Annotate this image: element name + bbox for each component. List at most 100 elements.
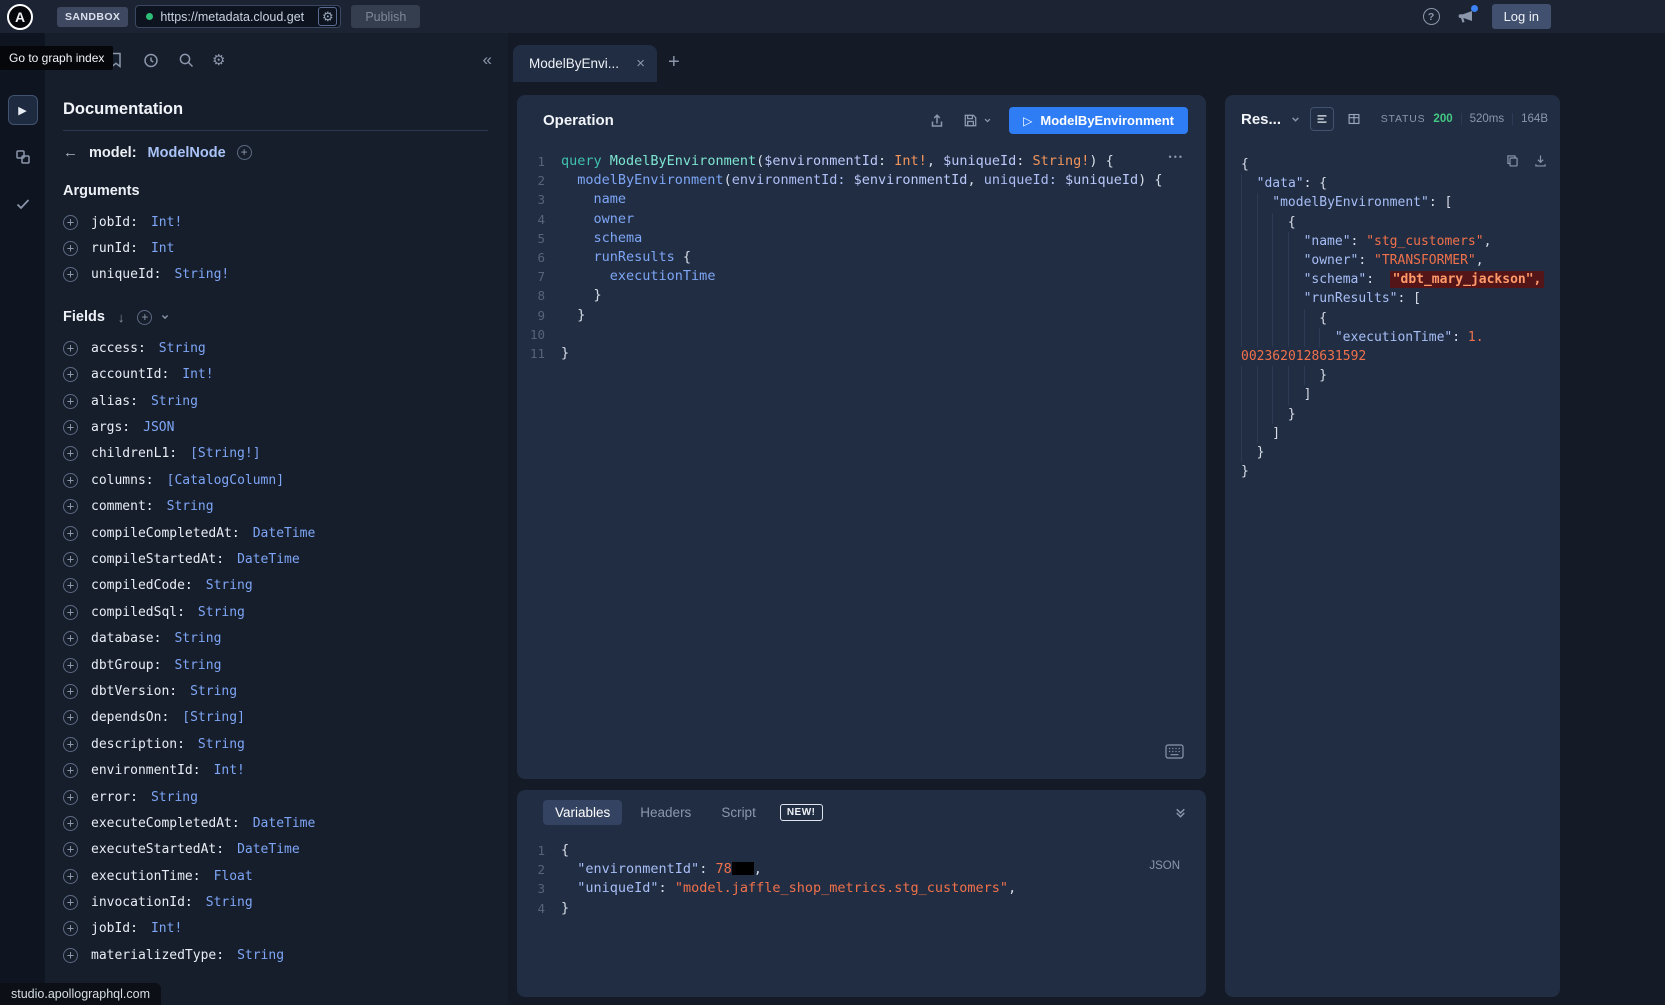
- field-type-link[interactable]: String: [190, 684, 237, 699]
- add-type-icon[interactable]: [237, 145, 252, 160]
- tab-headers[interactable]: Headers: [628, 800, 703, 825]
- new-tab-button[interactable]: [668, 51, 680, 74]
- search-icon[interactable]: [177, 51, 195, 69]
- doc-field-row: alias:String: [63, 388, 488, 414]
- field-type-link[interactable]: [CatalogColumn]: [167, 473, 284, 488]
- download-response-icon[interactable]: [1533, 153, 1548, 168]
- history-icon[interactable]: [142, 51, 160, 69]
- add-field-icon[interactable]: [63, 473, 78, 488]
- add-field-icon[interactable]: [63, 763, 78, 778]
- field-type-link[interactable]: String: [237, 948, 284, 963]
- save-dropdown-icon[interactable]: [982, 115, 993, 126]
- field-type-link[interactable]: String: [151, 790, 198, 805]
- add-field-icon[interactable]: [63, 710, 78, 725]
- add-all-fields-icon[interactable]: [137, 310, 152, 325]
- editor-overflow-menu-icon[interactable]: [1169, 152, 1184, 162]
- share-icon[interactable]: [928, 112, 946, 130]
- field-type-link[interactable]: String: [151, 394, 198, 409]
- breadcrumb-type-link[interactable]: ModelNode: [148, 145, 226, 161]
- tab-script[interactable]: Script: [709, 800, 768, 825]
- field-type-link[interactable]: DateTime: [237, 842, 300, 857]
- add-field-icon[interactable]: [63, 869, 78, 884]
- explorer-nav-button[interactable]: [8, 95, 38, 125]
- add-field-icon[interactable]: [63, 341, 78, 356]
- save-button[interactable]: [962, 112, 993, 129]
- announcements-button[interactable]: [1457, 8, 1475, 26]
- field-type-link[interactable]: JSON: [143, 420, 174, 435]
- variables-editor[interactable]: 1{2 "environmentId": 78,3 "uniqueId": "m…: [517, 841, 1206, 918]
- add-field-icon[interactable]: [63, 948, 78, 963]
- field-type-link[interactable]: DateTime: [253, 526, 316, 541]
- field-type-link[interactable]: String: [206, 578, 253, 593]
- add-field-icon[interactable]: [63, 790, 78, 805]
- checklist-nav-button[interactable]: [8, 189, 38, 219]
- close-tab-icon[interactable]: [636, 55, 645, 72]
- settings-icon[interactable]: [212, 51, 225, 69]
- add-field-icon[interactable]: [63, 215, 78, 230]
- add-field-icon[interactable]: [63, 658, 78, 673]
- field-type-link[interactable]: String: [198, 737, 245, 752]
- field-type-link[interactable]: String: [206, 895, 253, 910]
- field-type-link[interactable]: DateTime: [253, 816, 316, 831]
- add-field-icon[interactable]: [63, 895, 78, 910]
- graph-url-input[interactable]: https://metadata.cloud.get: [135, 5, 341, 28]
- keyboard-shortcuts-icon[interactable]: [1165, 744, 1184, 759]
- collapse-sidebar-icon[interactable]: [483, 50, 492, 70]
- response-title[interactable]: Res...: [1241, 111, 1281, 128]
- copy-response-icon[interactable]: [1505, 153, 1520, 168]
- field-type-link[interactable]: DateTime: [237, 552, 300, 567]
- add-field-icon[interactable]: [63, 526, 78, 541]
- add-field-icon[interactable]: [63, 241, 78, 256]
- field-type-link[interactable]: String: [198, 605, 245, 620]
- field-type-link[interactable]: Int!: [182, 367, 213, 382]
- view-as-list-button[interactable]: [1310, 107, 1334, 131]
- operation-editor[interactable]: 1query ModelByEnvironment($environmentId…: [517, 152, 1206, 363]
- add-field-icon[interactable]: [63, 737, 78, 752]
- doc-field-row: materializedType:String: [63, 942, 488, 968]
- field-type-link[interactable]: String: [159, 341, 206, 356]
- field-type-link[interactable]: [String]: [182, 710, 245, 725]
- collapse-panel-icon[interactable]: [1173, 805, 1188, 820]
- back-icon[interactable]: [63, 144, 78, 161]
- add-field-icon[interactable]: [63, 605, 78, 620]
- chevron-down-icon[interactable]: [159, 311, 171, 323]
- run-button[interactable]: ModelByEnvironment: [1009, 107, 1188, 134]
- apollo-logo[interactable]: A: [7, 4, 33, 30]
- add-field-icon[interactable]: [63, 367, 78, 382]
- tab-variables[interactable]: Variables: [543, 800, 622, 825]
- add-field-icon[interactable]: [63, 816, 78, 831]
- field-type-link[interactable]: String: [167, 499, 214, 514]
- field-type-link[interactable]: String: [174, 631, 221, 646]
- add-field-icon[interactable]: [63, 420, 78, 435]
- add-field-icon[interactable]: [63, 842, 78, 857]
- add-field-icon[interactable]: [63, 552, 78, 567]
- publish-button[interactable]: Publish: [351, 5, 420, 28]
- add-field-icon[interactable]: [63, 267, 78, 282]
- add-field-icon[interactable]: [63, 394, 78, 409]
- help-icon[interactable]: [1423, 8, 1440, 25]
- field-type-link[interactable]: Int!: [214, 763, 245, 778]
- sort-fields-icon[interactable]: [118, 310, 125, 325]
- field-type-link[interactable]: Float: [214, 869, 253, 884]
- schema-nav-button[interactable]: [8, 142, 38, 172]
- add-field-icon[interactable]: [63, 921, 78, 936]
- view-as-table-button[interactable]: [1342, 107, 1366, 131]
- field-type-link[interactable]: Int: [151, 241, 174, 256]
- add-field-icon[interactable]: [63, 446, 78, 461]
- response-dropdown-icon[interactable]: [1289, 113, 1302, 126]
- field-name: dependsOn:: [91, 710, 169, 725]
- login-button[interactable]: Log in: [1492, 4, 1551, 29]
- field-type-link[interactable]: String: [174, 658, 221, 673]
- operation-tab[interactable]: ModelByEnvi...: [513, 45, 657, 82]
- add-field-icon[interactable]: [63, 499, 78, 514]
- field-type-link[interactable]: [String!]: [190, 446, 260, 461]
- add-field-icon[interactable]: [63, 684, 78, 699]
- response-json: {"data": {"modelByEnvironment": [{"name"…: [1225, 155, 1560, 481]
- connection-settings-icon[interactable]: [318, 7, 337, 26]
- add-field-icon[interactable]: [63, 631, 78, 646]
- field-type-link[interactable]: Int!: [151, 215, 182, 230]
- code-line: "schema": "dbt_mary_jackson",: [1241, 270, 1560, 289]
- field-type-link[interactable]: Int!: [151, 921, 182, 936]
- field-type-link[interactable]: String!: [174, 267, 229, 282]
- add-field-icon[interactable]: [63, 578, 78, 593]
